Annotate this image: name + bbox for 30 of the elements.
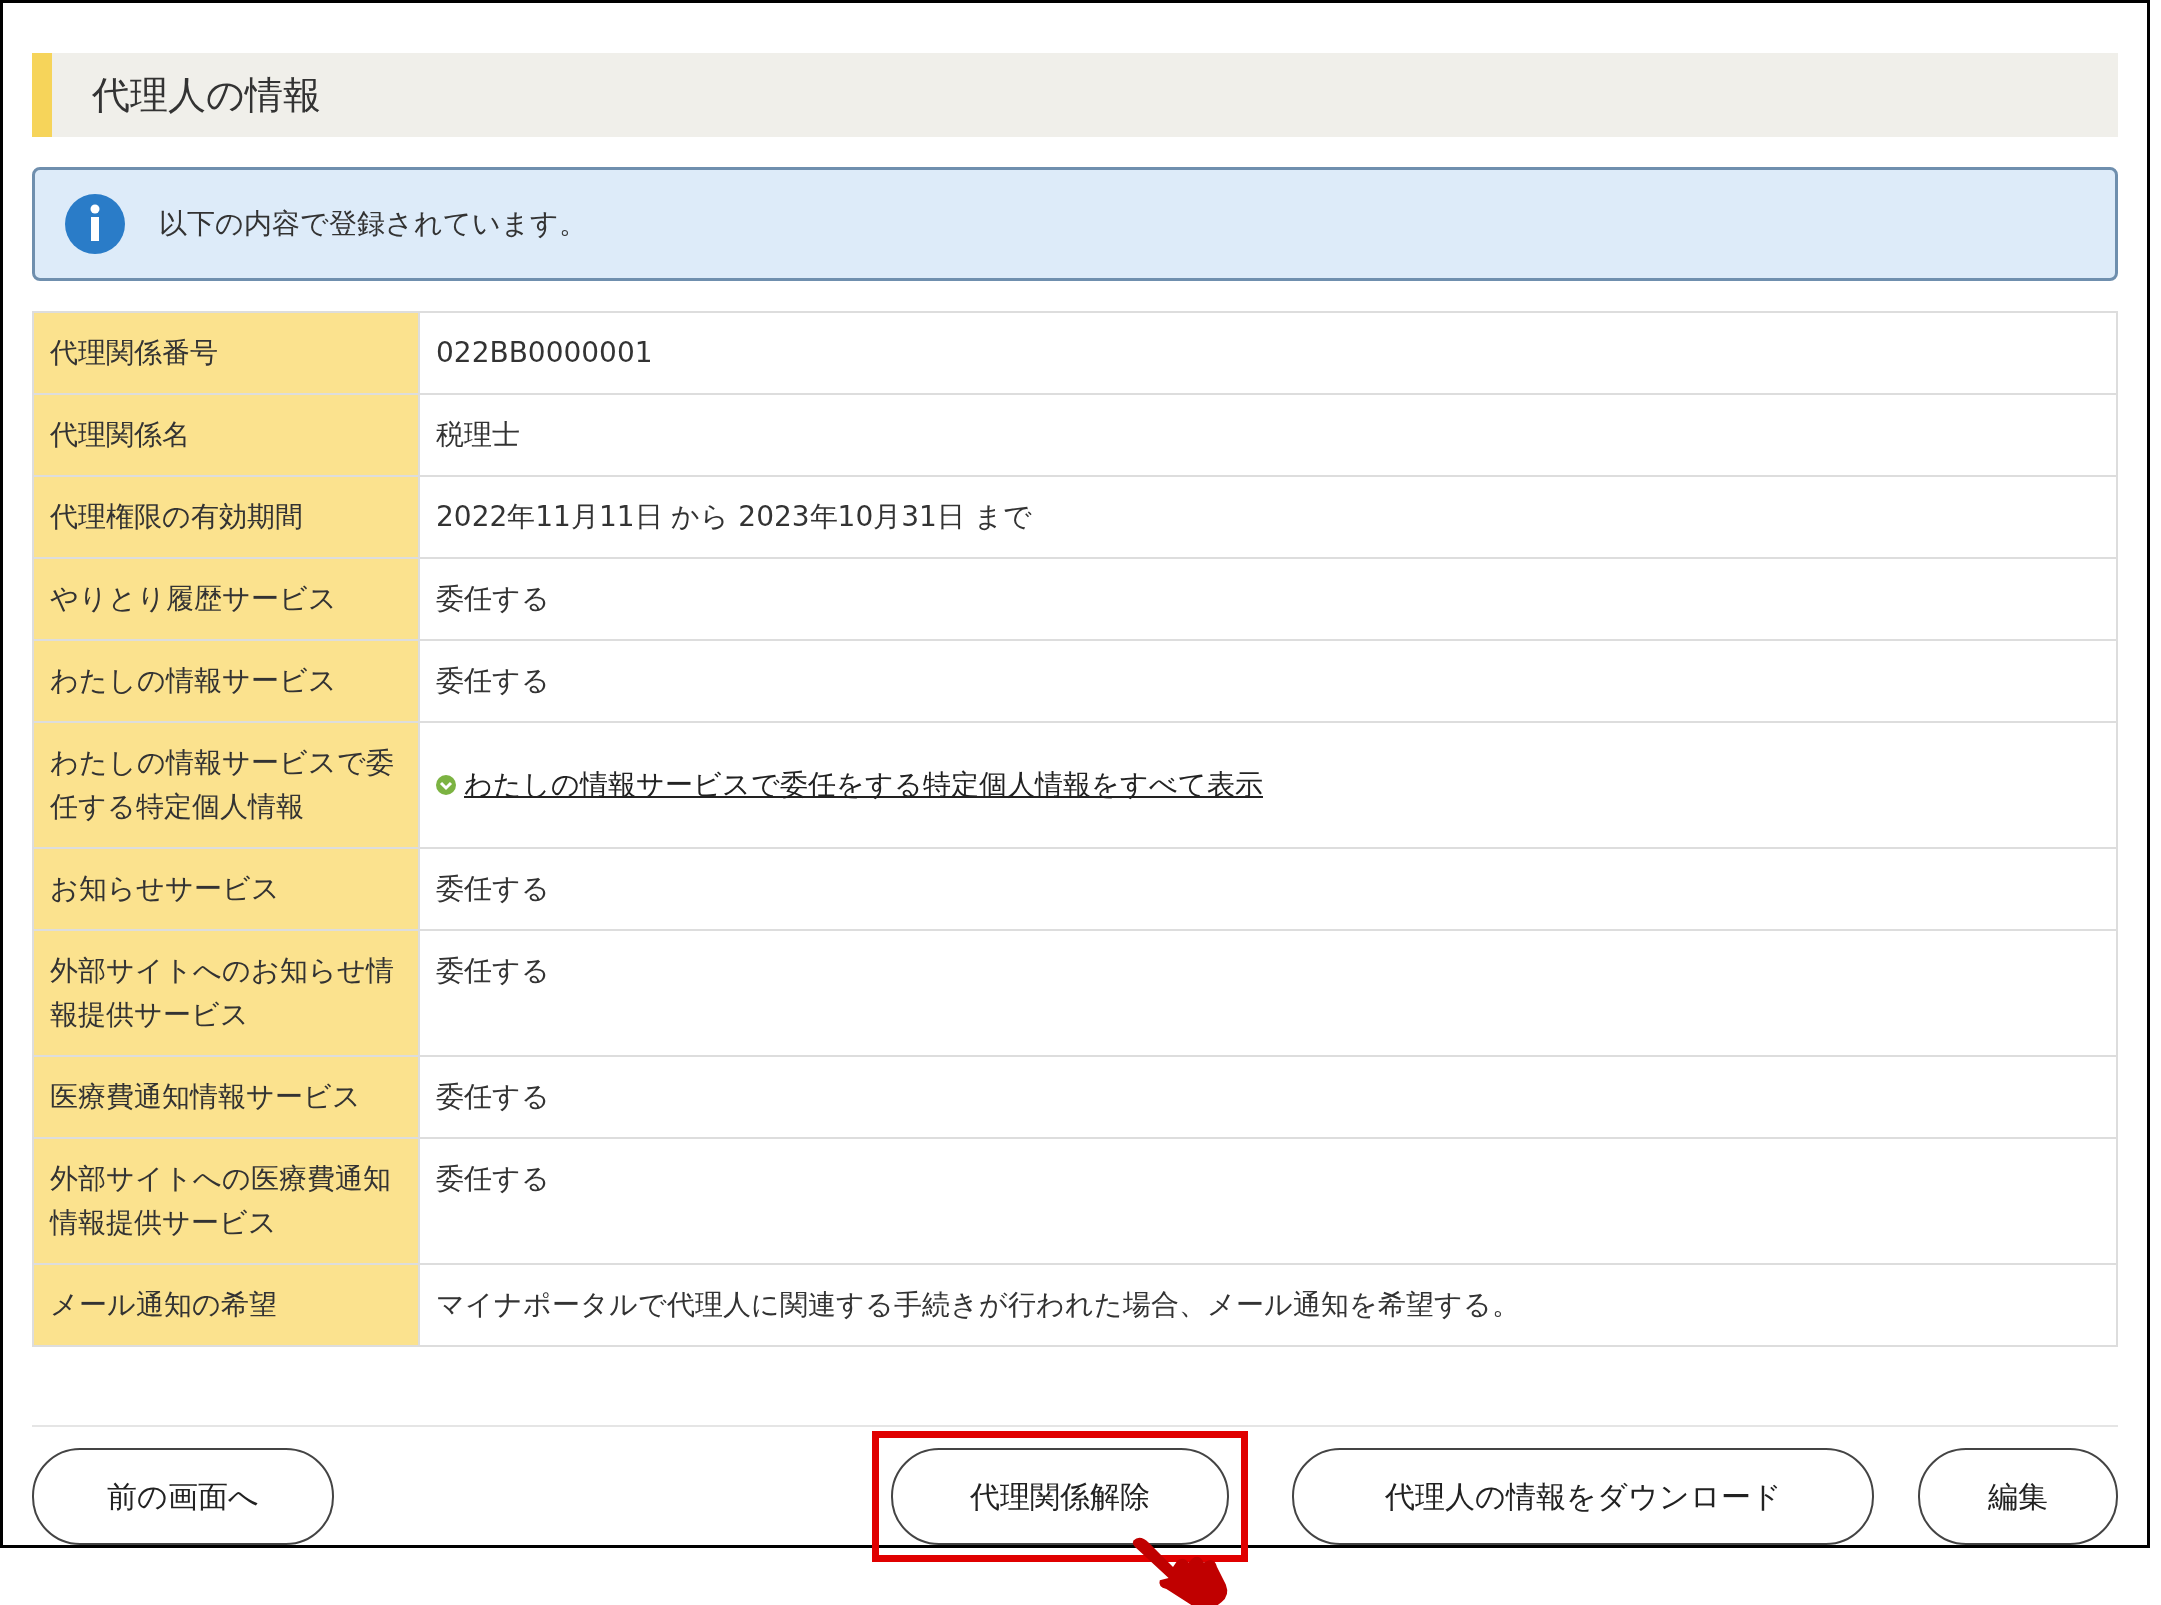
field-value: 2022年11月11日 から 2023年10月31日 まで: [436, 499, 1032, 535]
field-value: 委任する: [436, 581, 550, 617]
field-label: 外部サイトへのお知らせ情報提供サービス: [34, 931, 420, 1055]
field-label: わたしの情報サービス: [34, 641, 420, 721]
field-value: 022BB0000001: [436, 335, 653, 371]
field-label: 医療費通知情報サービス: [34, 1057, 420, 1137]
field-label: メール通知の希望: [34, 1265, 420, 1345]
field-label: 代理権限の有効期間: [34, 477, 420, 557]
action-button[interactable]: 代理人の情報をダウンロード: [1292, 1448, 1874, 1545]
field-label: 代理関係番号: [34, 313, 420, 393]
field-label: お知らせサービス: [34, 849, 420, 929]
field-label: わたしの情報サービスで委任する特定個人情報: [34, 723, 420, 847]
section-heading: 代理人の情報: [32, 53, 2118, 137]
field-value: 委任する: [436, 1079, 550, 1115]
field-value: マイナポータルで代理人に関連する手続きが行われた場合、メール通知を希望する。: [436, 1287, 1520, 1323]
info-icon: [65, 194, 125, 254]
field-value: 委任する: [436, 663, 550, 699]
field-label: やりとり履歴サービス: [34, 559, 420, 639]
field-label: 代理関係名: [34, 395, 420, 475]
back-button[interactable]: 前の画面へ: [32, 1448, 334, 1545]
field-value: 税理士: [436, 417, 520, 453]
action-button[interactable]: 編集: [1918, 1448, 2118, 1545]
field-value: 委任する: [436, 871, 550, 907]
action-button[interactable]: 代理関係解除: [891, 1448, 1229, 1545]
field-value: 委任する: [436, 953, 550, 989]
notice-text: 以下の内容で登録されています。: [159, 206, 587, 242]
field-label: 外部サイトへの医療費通知情報提供サービス: [34, 1139, 420, 1263]
show-all-link[interactable]: わたしの情報サービスで委任をする特定個人情報をすべて表示: [464, 763, 1263, 807]
field-value: 委任する: [436, 1161, 550, 1197]
chevron-down-icon: [436, 775, 456, 795]
